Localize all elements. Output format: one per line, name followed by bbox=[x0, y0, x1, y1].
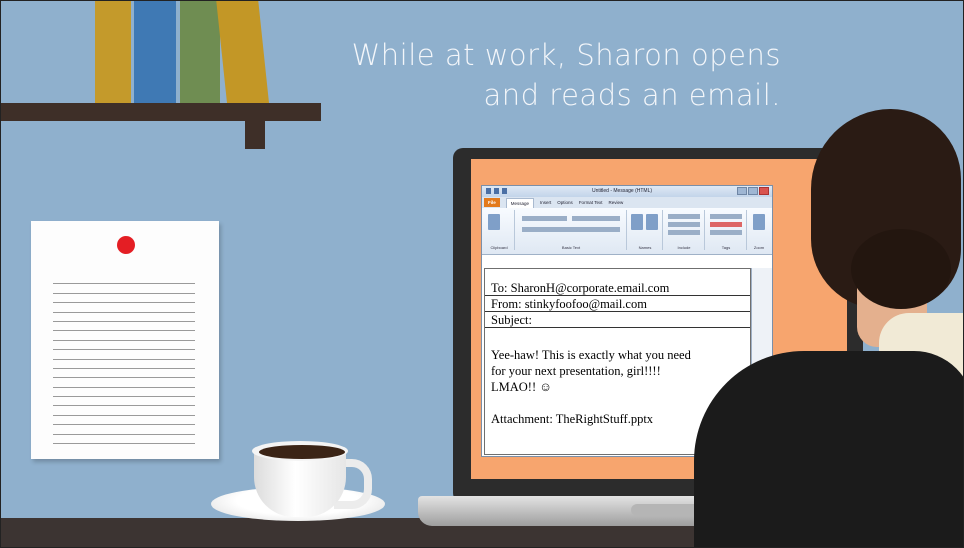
book-blue bbox=[134, 1, 176, 103]
minimize-button[interactable] bbox=[737, 187, 747, 195]
book-yellow bbox=[95, 1, 131, 103]
save-icon[interactable] bbox=[486, 188, 491, 194]
attachment-file[interactable]: TheRightStuff.pptx bbox=[556, 412, 653, 426]
tab-insert[interactable]: Insert bbox=[540, 200, 551, 205]
tab-file[interactable]: File bbox=[484, 198, 500, 207]
close-button[interactable] bbox=[759, 187, 769, 195]
book-gold bbox=[216, 1, 269, 103]
message-line-3: LMAO!! ☺ bbox=[491, 380, 553, 394]
subject-label: Subject: bbox=[491, 313, 532, 327]
undo-icon[interactable] bbox=[494, 188, 499, 194]
from-field: From: stinkyfoofoo@mail.com bbox=[491, 297, 647, 312]
window-title: Untitled - Message (HTML) bbox=[592, 188, 653, 194]
person-hair-bun bbox=[851, 229, 951, 309]
to-field: To: SharonH@corporate.email.com bbox=[491, 281, 669, 296]
tab-review[interactable]: Review bbox=[609, 200, 624, 205]
scene-caption: While at work, Sharon opens and reads an… bbox=[301, 35, 781, 115]
caption-line-1: While at work, Sharon opens bbox=[351, 38, 781, 72]
shelf-bracket bbox=[245, 121, 265, 149]
note-lines bbox=[53, 275, 195, 445]
zoom-icon[interactable] bbox=[753, 214, 765, 230]
pushpin-icon bbox=[117, 236, 135, 254]
to-address: SharonH@corporate.email.com bbox=[510, 281, 670, 295]
group-label: Include bbox=[677, 245, 691, 250]
window-controls bbox=[737, 187, 769, 195]
group-label: Tags bbox=[721, 245, 731, 250]
pinned-note bbox=[31, 221, 219, 459]
redo-icon[interactable] bbox=[502, 188, 507, 194]
quick-access-toolbar bbox=[486, 188, 507, 194]
attach-item-button[interactable] bbox=[668, 222, 700, 227]
message-line-1: Yee-haw! This is exactly what you need bbox=[491, 348, 691, 362]
group-label: Basic Text bbox=[561, 245, 581, 250]
address-book-icon[interactable] bbox=[631, 214, 643, 230]
field-divider bbox=[485, 311, 750, 312]
field-divider bbox=[485, 295, 750, 296]
ribbon-tabs: File Message Insert Options Format Text … bbox=[482, 197, 772, 208]
tab-message[interactable]: Message bbox=[505, 197, 535, 208]
follow-up-button[interactable] bbox=[710, 214, 742, 219]
to-label: To: bbox=[491, 281, 508, 295]
from-address: stinkyfoofoo@mail.com bbox=[524, 297, 647, 311]
wall-shelf bbox=[1, 103, 321, 121]
ribbon-group-clipboard: Clipboard bbox=[484, 210, 515, 250]
tab-format-text[interactable]: Format Text bbox=[579, 200, 603, 205]
ribbon: Clipboard Basic Text Names Include Tags … bbox=[482, 208, 772, 255]
tab-options[interactable]: Options bbox=[557, 200, 573, 205]
attach-file-button[interactable] bbox=[668, 214, 700, 219]
book-green bbox=[180, 1, 220, 103]
ribbon-group-basic-text: Basic Text bbox=[516, 210, 627, 250]
person-body bbox=[694, 351, 963, 547]
format-buttons[interactable] bbox=[522, 227, 620, 232]
laptop-trackpad bbox=[631, 504, 701, 516]
group-label: Names bbox=[638, 245, 652, 250]
list-buttons[interactable] bbox=[572, 216, 620, 221]
font-dropdown[interactable] bbox=[522, 216, 567, 221]
ribbon-group-tags: Tags bbox=[706, 210, 747, 250]
high-importance-button[interactable] bbox=[710, 222, 742, 227]
ribbon-group-zoom: Zoom bbox=[748, 210, 770, 250]
check-names-icon[interactable] bbox=[646, 214, 658, 230]
paste-icon[interactable] bbox=[488, 214, 500, 230]
field-divider bbox=[485, 327, 750, 328]
from-label: From: bbox=[491, 297, 522, 311]
coffee bbox=[259, 445, 345, 459]
maximize-button[interactable] bbox=[748, 187, 758, 195]
low-importance-button[interactable] bbox=[710, 230, 742, 235]
caption-line-2: and reads an email. bbox=[483, 78, 781, 112]
illustration-scene: While at work, Sharon opens and reads an… bbox=[0, 0, 964, 548]
attachment-label: Attachment: bbox=[491, 412, 553, 426]
ribbon-group-names: Names bbox=[628, 210, 663, 250]
email-window-titlebar: Untitled - Message (HTML) bbox=[482, 186, 772, 197]
signature-button[interactable] bbox=[668, 230, 700, 235]
message-line-2: for your next presentation, girl!!!! bbox=[491, 364, 661, 378]
group-label: Zoom bbox=[753, 245, 765, 250]
subject-field: Subject: bbox=[491, 313, 532, 328]
ribbon-group-include: Include bbox=[664, 210, 705, 250]
group-label: Clipboard bbox=[490, 245, 508, 250]
